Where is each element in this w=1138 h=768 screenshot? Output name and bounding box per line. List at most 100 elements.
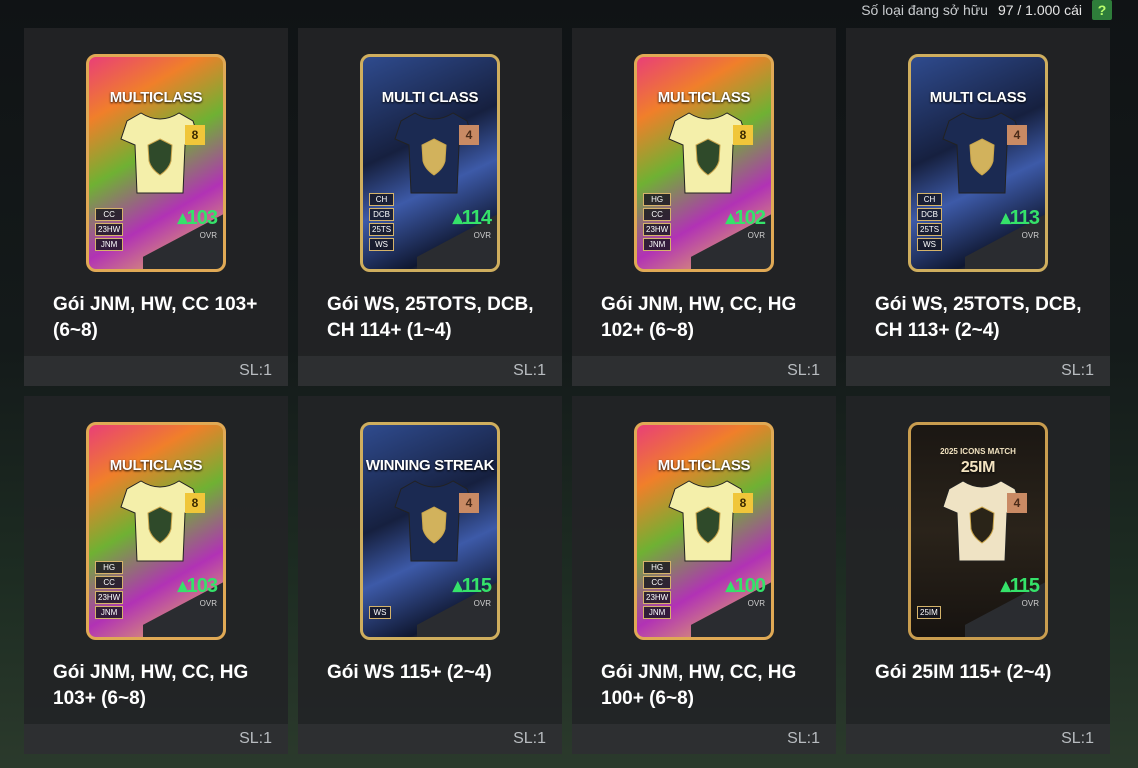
ovr-number: ▴103 <box>177 575 218 597</box>
ovr-label: OVR <box>747 231 765 240</box>
pack-grid: MULTICLASS 8 CC 23HW JNM ▴103 OVR Gói JNM, … <box>24 28 1110 754</box>
ovr-label: OVR <box>473 231 491 240</box>
ovr-value: ▴103 OVR <box>177 575 218 613</box>
shirt-icon <box>668 112 748 194</box>
pack-quantity: SL:1 <box>1061 730 1094 747</box>
pack-item-5[interactable]: MULTICLASS 8 HG CC 23HW JNM ▴103 OVR Gói JNM… <box>24 396 288 754</box>
pack-title: Gói JNM, HW, CC, HG 103+ (6~8) <box>53 662 249 709</box>
season-tag: JNM <box>95 606 124 619</box>
ovr-value: ▴103 OVR <box>177 207 218 245</box>
ovr-label: OVR <box>473 599 491 608</box>
card-label: 25IM <box>960 459 996 476</box>
pack-quantity: SL:1 <box>239 730 272 747</box>
grade-badge: 4 <box>459 493 479 513</box>
pack-footer: SL:1 <box>24 724 288 754</box>
card-sublabel: 2025 ICONS MATCH <box>940 447 1016 456</box>
pack-quantity: SL:1 <box>787 730 820 747</box>
pack-footer: SL:1 <box>572 724 836 754</box>
pack-item-1[interactable]: MULTICLASS 8 CC 23HW JNM ▴103 OVR Gói JNM, … <box>24 28 288 386</box>
grade-badge: 8 <box>185 493 205 513</box>
pack-card-image: MULTI CLASS 4 CH DCB 25TS WS ▴114 OVR <box>360 54 500 272</box>
season-tag: DCB <box>369 208 395 221</box>
grade-badge: 4 <box>1007 125 1027 145</box>
pack-title: Gói JNM, HW, CC, HG 100+ (6~8) <box>601 662 797 709</box>
pack-card-image: MULTICLASS 8 HG CC 23HW JNM ▴103 OVR <box>86 422 226 640</box>
ovr-value: ▴115 OVR <box>1000 575 1040 613</box>
season-tag: 23HW <box>95 223 124 236</box>
season-tag: HG <box>643 193 672 206</box>
season-tag: DCB <box>917 208 943 221</box>
ovr-number: ▴115 <box>1000 575 1040 597</box>
card-label: MULTICLASS <box>109 457 203 474</box>
ovr-label: OVR <box>199 599 217 608</box>
ovr-number: ▴115 <box>452 575 492 597</box>
season-tags: 25IM <box>917 606 941 619</box>
owned-count: 97 / 1.000 cái <box>997 2 1082 18</box>
season-tag: CH <box>369 193 395 206</box>
season-tag: JNM <box>643 238 672 251</box>
pack-title: Gói 25IM 115+ (2~4) <box>875 662 1052 683</box>
pack-card-image: MULTICLASS 8 HG CC 23HW JNM ▴100 OVR <box>634 422 774 640</box>
season-tag: WS <box>917 238 943 251</box>
card-label: MULTICLASS <box>109 89 203 106</box>
shirt-icon <box>120 112 200 194</box>
pack-item-6[interactable]: WINNING STREAK 4 WS ▴115 OVR Gói WS 115+ … <box>298 396 562 754</box>
pack-item-3[interactable]: MULTICLASS 8 HG CC 23HW JNM ▴102 OVR Gói JNM… <box>572 28 836 386</box>
season-tag: 25TS <box>917 223 943 236</box>
pack-quantity: SL:1 <box>1061 362 1094 379</box>
season-tag: CC <box>95 208 124 221</box>
ovr-label: OVR <box>199 231 217 240</box>
pack-title: Gói JNM, HW, CC, HG 102+ (6~8) <box>601 294 797 341</box>
season-tag: HG <box>643 561 672 574</box>
season-tag: CC <box>643 208 672 221</box>
ovr-number: ▴113 <box>1000 207 1040 229</box>
pack-item-4[interactable]: MULTI CLASS 4 CH DCB 25TS WS ▴113 OVR Gói WS… <box>846 28 1110 386</box>
season-tags: HG CC 23HW JNM <box>643 561 672 619</box>
grade-badge: 4 <box>459 125 479 145</box>
ovr-value: ▴114 OVR <box>453 208 492 245</box>
season-tag: 23HW <box>643 591 672 604</box>
pack-card-image: MULTI CLASS 4 CH DCB 25TS WS ▴113 OVR <box>908 54 1048 272</box>
season-tag: 25IM <box>917 606 941 619</box>
season-tag: WS <box>369 606 391 619</box>
pack-title: Gói JNM, HW, CC 103+ (6~8) <box>53 294 258 341</box>
pack-footer: SL:1 <box>298 356 562 386</box>
season-tags: HG CC 23HW JNM <box>643 193 672 251</box>
season-tags: CH DCB 25TS WS <box>917 193 943 251</box>
pack-card-image: 2025 ICONS MATCH 25IM 4 25IM ▴115 OVR <box>908 422 1048 640</box>
ovr-number: ▴102 <box>725 207 766 229</box>
ovr-number: ▴103 <box>177 207 218 229</box>
pack-quantity: SL:1 <box>239 362 272 379</box>
season-tag: JNM <box>95 238 124 251</box>
card-label: MULTICLASS <box>657 457 751 474</box>
pack-footer: SL:1 <box>24 356 288 386</box>
shirt-icon <box>942 480 1022 562</box>
pack-item-7[interactable]: MULTICLASS 8 HG CC 23HW JNM ▴100 OVR Gói JNM… <box>572 396 836 754</box>
season-tag: 23HW <box>95 591 124 604</box>
season-tags: CH DCB 25TS WS <box>369 193 395 251</box>
ovr-label: OVR <box>1021 231 1039 240</box>
pack-item-8[interactable]: 2025 ICONS MATCH 25IM 4 25IM ▴115 OVR Gói… <box>846 396 1110 754</box>
grade-badge: 8 <box>185 125 205 145</box>
pack-quantity: SL:1 <box>513 362 546 379</box>
help-button[interactable]: ? <box>1092 0 1112 20</box>
season-tag: JNM <box>643 606 672 619</box>
shirt-icon <box>942 112 1022 194</box>
pack-footer: SL:1 <box>846 356 1110 386</box>
ovr-value: ▴102 OVR <box>725 207 766 245</box>
ovr-label: OVR <box>747 599 765 608</box>
shirt-icon <box>394 480 474 562</box>
card-label: MULTI CLASS <box>381 89 479 106</box>
card-label: WINNING STREAK <box>365 457 495 474</box>
ovr-number: ▴100 <box>725 575 766 597</box>
shirt-icon <box>394 112 474 194</box>
owned-summary: Số loại đang sở hữu 97 / 1.000 cái ? <box>861 0 1112 20</box>
pack-title: Gói WS 115+ (2~4) <box>327 662 492 683</box>
season-tags: CC 23HW JNM <box>95 208 124 251</box>
pack-quantity: SL:1 <box>513 730 546 747</box>
season-tag: CC <box>95 576 124 589</box>
pack-item-2[interactable]: MULTI CLASS 4 CH DCB 25TS WS ▴114 OVR Gói WS… <box>298 28 562 386</box>
pack-footer: SL:1 <box>298 724 562 754</box>
season-tag: 23HW <box>643 223 672 236</box>
ovr-value: ▴100 OVR <box>725 575 766 613</box>
